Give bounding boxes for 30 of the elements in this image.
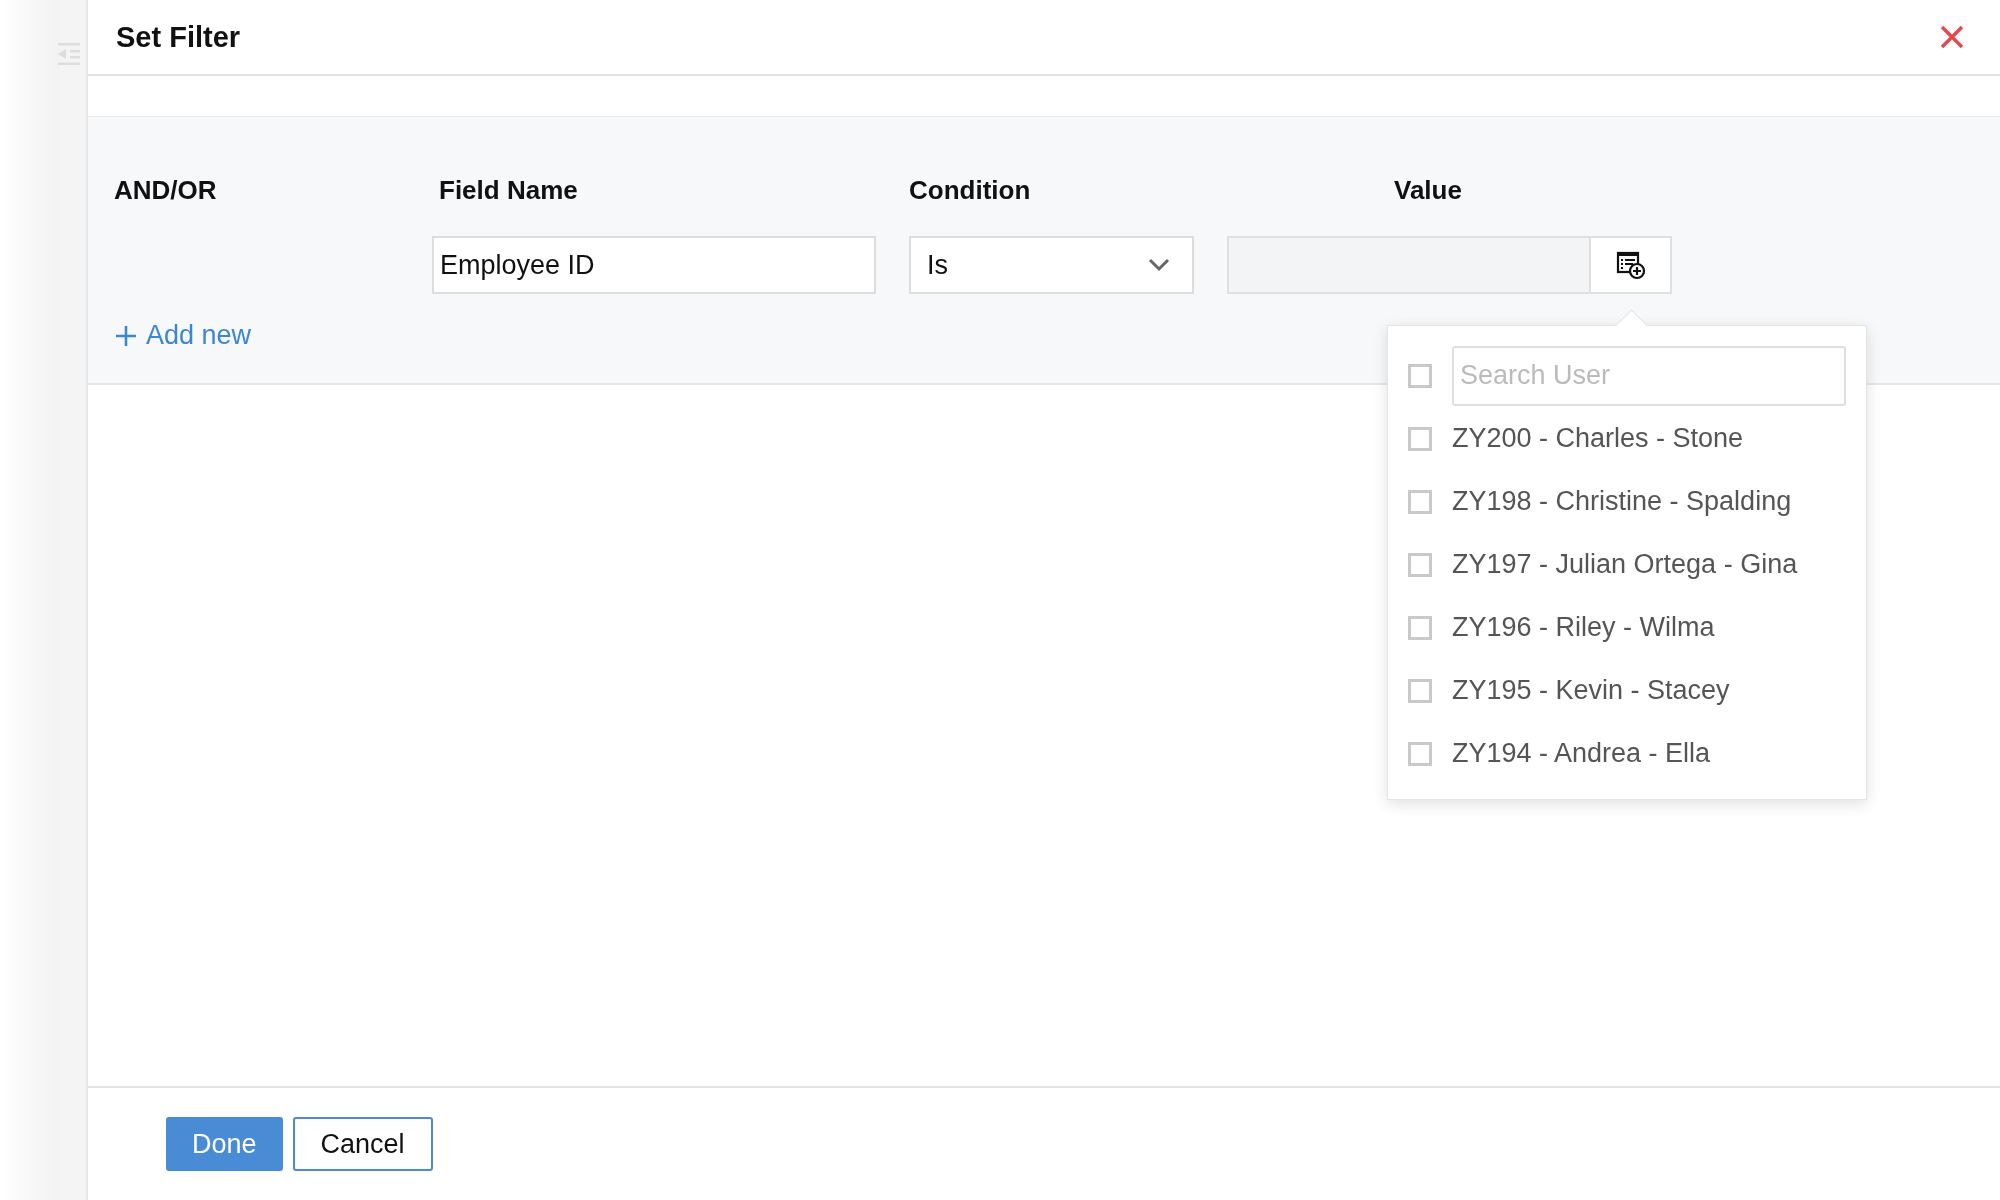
user-option[interactable]: ZY195 - Kevin - Stacey	[1452, 675, 1730, 706]
column-header: Field Name	[438, 175, 579, 206]
cancel-button[interactable]: Cancel	[292, 1117, 433, 1171]
dialog-title: Set Filter	[116, 20, 241, 54]
plus-icon	[114, 323, 138, 348]
user-option[interactable]: ZY198 - Christine - Spalding	[1452, 486, 1792, 517]
user-option[interactable]: ZY196 - Riley - Wilma	[1452, 612, 1715, 643]
list-add-icon	[1615, 250, 1646, 280]
chevron-down-icon	[1148, 258, 1170, 272]
column-header: Condition	[909, 175, 1032, 206]
done-button[interactable]: Done	[166, 1117, 283, 1171]
user-option[interactable]: ZY197 - Julian Ortega - Gina	[1452, 549, 1798, 580]
select-all-checkbox[interactable]	[1408, 363, 1432, 388]
user-option[interactable]: ZY200 - Charles - Stone	[1452, 423, 1744, 454]
field-name-input[interactable]: Employee ID	[432, 236, 876, 294]
add-new-link[interactable]: Add new	[114, 320, 252, 351]
checkbox[interactable]	[1408, 678, 1432, 703]
column-header: AND/OR	[114, 175, 218, 206]
value-input[interactable]	[1227, 236, 1591, 294]
user-option[interactable]: ZY194 - Andrea - Ella	[1452, 738, 1711, 769]
user-picker-button[interactable]	[1591, 236, 1672, 294]
close-icon[interactable]	[1940, 25, 1964, 49]
checkbox[interactable]	[1408, 426, 1432, 451]
checkbox[interactable]	[1408, 615, 1432, 640]
checkbox[interactable]	[1408, 489, 1432, 514]
condition-dropdown[interactable]: Is	[909, 236, 1194, 294]
checkbox[interactable]	[1408, 741, 1432, 766]
column-header: Value	[1393, 175, 1463, 206]
search-user-field[interactable]: Search User	[1452, 345, 1846, 406]
checkbox[interactable]	[1408, 552, 1432, 577]
